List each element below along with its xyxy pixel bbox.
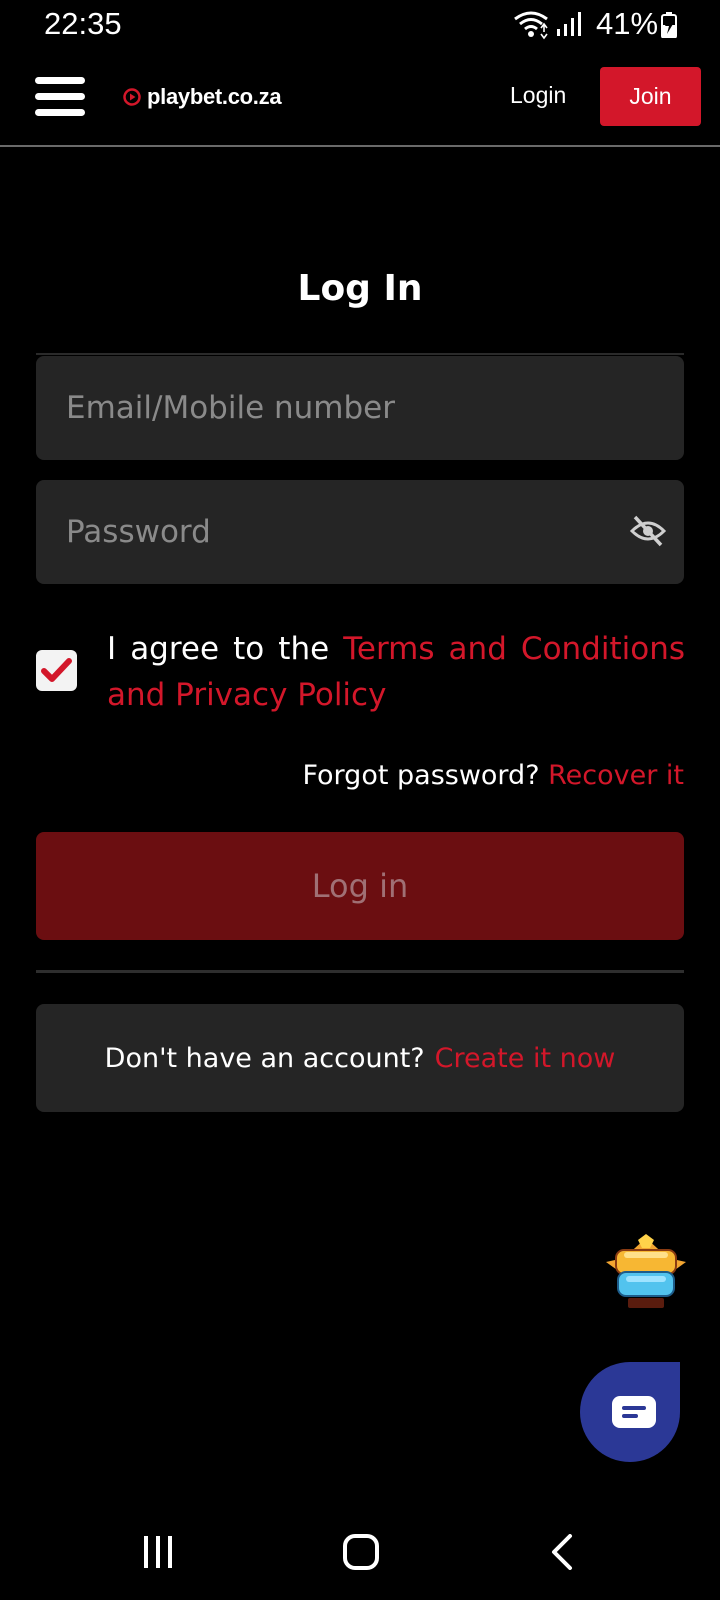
wifi-icon <box>514 11 548 40</box>
terms-agreement: I agree to the Terms and Conditions and … <box>107 626 685 718</box>
chat-icon <box>612 1396 656 1428</box>
battery-percent: 41% <box>596 6 659 41</box>
password-input[interactable] <box>36 480 684 584</box>
join-button[interactable]: Join <box>600 67 701 126</box>
recover-link[interactable]: Recover it <box>548 760 684 791</box>
email-field[interactable] <box>36 356 684 460</box>
sky-pilot-logo[interactable] <box>602 1232 690 1312</box>
top-header: playbet.co.za Login Join <box>0 52 720 147</box>
chat-button[interactable] <box>580 1362 680 1462</box>
terms-checkbox[interactable] <box>36 650 77 691</box>
status-time: 22:35 <box>44 6 122 41</box>
home-icon[interactable] <box>343 1534 379 1570</box>
back-icon[interactable] <box>550 1534 574 1570</box>
section-divider <box>36 970 684 973</box>
create-account-box: Don't have an account? Create it now <box>36 1004 684 1112</box>
login-submit-button[interactable]: Log in <box>36 832 684 940</box>
eye-off-icon[interactable] <box>630 514 666 548</box>
forgot-password-row: Forgot password? Recover it <box>302 760 684 791</box>
play-icon <box>123 88 141 106</box>
recents-icon[interactable] <box>142 1536 174 1568</box>
checkmark-icon <box>41 658 72 682</box>
header-login-link[interactable]: Login <box>510 82 566 109</box>
no-account-text: Don't have an account? <box>104 1042 425 1074</box>
forgot-text: Forgot password? <box>302 760 549 791</box>
signal-icon <box>557 12 581 36</box>
logo-text: playbet.co.za <box>147 84 282 109</box>
status-bar: 22:35 41% <box>0 0 720 52</box>
create-account-link[interactable]: Create it now <box>435 1043 616 1074</box>
password-field[interactable] <box>36 480 684 584</box>
page-title: Log In <box>297 268 423 309</box>
menu-icon[interactable] <box>35 77 85 117</box>
title-divider <box>36 353 684 355</box>
terms-prefix: I agree to the <box>107 631 344 667</box>
email-input[interactable] <box>36 356 684 460</box>
site-logo[interactable]: playbet.co.za <box>123 82 282 112</box>
system-nav-bar <box>0 1500 720 1600</box>
battery-charging-icon <box>661 12 677 38</box>
